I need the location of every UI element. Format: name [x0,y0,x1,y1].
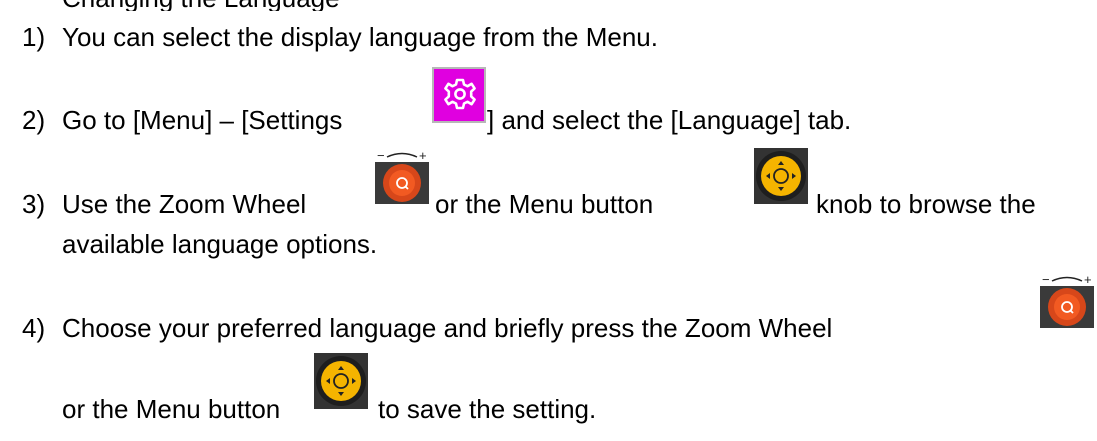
step-3-text-part1: Use the Zoom Wheel [62,189,307,219]
svg-text:+: + [1084,272,1092,287]
step-3-text-part3: knob to browse the [816,189,1036,219]
svg-text:−: − [1042,272,1050,287]
zoom-wheel-icon: − + [375,148,429,204]
step-1-text: You can select the display language from… [62,22,658,52]
section-heading: Changing the Language [62,0,340,11]
step-2-text-after: ] and select the [Language] tab. [487,105,852,135]
step-1-number: 1) [22,22,46,52]
step-3-number: 3) [22,189,46,219]
step-4-text-line2-part1: or the Menu button [62,394,281,424]
document-page: Changing the Language 1) You can select … [0,0,1097,441]
svg-text:−: − [377,148,385,163]
step-3-text-part2: or the Menu button [435,189,654,219]
step-4-text-part1: Choose your preferred language and brief… [62,313,833,343]
step-4-text-line2-part2: to save the setting. [378,394,597,424]
menu-button-knob-icon [314,353,368,409]
zoom-wheel-icon: − + [1040,272,1094,328]
step-2-text-before: Go to [Menu] – [Settings [62,105,343,135]
settings-gear-icon [432,67,486,123]
step-4-number: 4) [22,313,46,343]
step-2-number: 2) [22,105,46,135]
svg-text:+: + [419,148,427,163]
step-3-text-line2: available language options. [62,229,378,259]
menu-button-knob-icon [754,148,808,204]
